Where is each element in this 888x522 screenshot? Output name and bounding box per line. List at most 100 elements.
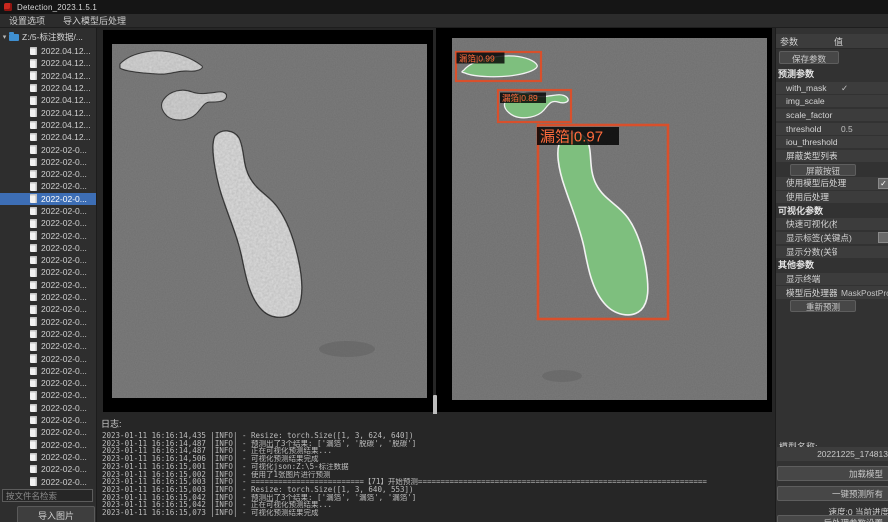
viewer-area: 漏箔|0.99 漏箔|0.89 漏箔|0.97 日志: 2023-01-11 1… — [97, 28, 775, 522]
tree-item-label: 2022-02-0... — [41, 354, 87, 364]
model-name-value[interactable]: 20221225_174813 — [777, 447, 888, 461]
menu-import-model-postprocess[interactable]: 导入模型后处理 — [54, 14, 135, 27]
predict-all-button[interactable]: 一键预测所有 — [777, 486, 888, 501]
tree-item[interactable]: 2022.04.12... — [0, 94, 97, 106]
param-value[interactable]: 0.5 — [837, 124, 888, 134]
param-row[interactable]: threshold0.5 — [776, 123, 888, 135]
param-row[interactable]: scale_factor — [776, 109, 888, 121]
tree-item[interactable]: 2022-02-0... — [0, 303, 97, 315]
tree-item[interactable]: 2022.04.12... — [0, 70, 97, 82]
menu-settings-options[interactable]: 设置选项 — [0, 14, 54, 27]
tree-item[interactable]: 2022.04.12... — [0, 106, 97, 118]
param-action-button[interactable]: 重新预测 — [790, 300, 856, 312]
tree-item[interactable]: 2022-02-0... — [0, 402, 97, 414]
file-icon — [30, 317, 37, 326]
file-icon — [30, 293, 37, 302]
tree-item[interactable]: 2022-02-0... — [0, 414, 97, 426]
tree-item[interactable]: 2022-02-0... — [0, 143, 97, 155]
tree-item[interactable]: 2022-02-0... — [0, 365, 97, 377]
tree-item[interactable]: 2022-02-0... — [0, 229, 97, 241]
tree-item-label: 2022-02-0... — [41, 317, 87, 327]
file-icon — [30, 244, 37, 253]
tree-item[interactable]: 2022-02-0... — [0, 156, 97, 168]
param-label: threshold — [786, 124, 837, 134]
tree-item[interactable]: 2022-02-0... — [0, 266, 97, 278]
checkbox-checked-icon[interactable]: ✓ — [878, 178, 888, 189]
tree-item[interactable]: 2022-02-0... — [0, 475, 97, 487]
param-section-title: 其他参数 — [776, 259, 888, 273]
log-line: 2023-01-11 16:16:15,073 |INFO| - 可视化预测结果… — [102, 509, 775, 517]
tree-item[interactable]: 2022.04.12... — [0, 119, 97, 131]
tree-item[interactable]: 2022-02-0... — [0, 254, 97, 266]
tree-item[interactable]: 2022-02-0... — [0, 242, 97, 254]
tree-item[interactable]: 2022-02-0... — [0, 291, 97, 303]
log-lines[interactable]: 2023-01-11 16:16:14,435 |INFO| - Resize:… — [97, 432, 775, 517]
filename-search-input[interactable] — [2, 489, 93, 502]
param-row[interactable]: iou_threshold — [776, 136, 888, 148]
param-row[interactable]: 显示分数(关键点) — [776, 246, 888, 258]
chevron-down-icon[interactable]: ▾ — [0, 33, 9, 41]
tree-item-label: 2022.04.12... — [41, 95, 91, 105]
tree-item[interactable]: 2022-02-0... — [0, 439, 97, 451]
tree-item[interactable]: 2022-02-0... — [0, 279, 97, 291]
tree-item[interactable]: 2022-02-0... — [0, 217, 97, 229]
tree-item[interactable]: 2022-02-0... — [0, 463, 97, 475]
import-images-button[interactable]: 导入图片 — [17, 506, 95, 522]
tree-item[interactable]: 2022-02-0... — [0, 340, 97, 352]
tree-item[interactable]: 2022-02-0... — [0, 205, 97, 217]
tree-item[interactable]: 2022-02-0... — [0, 377, 97, 389]
tree-item[interactable]: 2022-02-0... — [0, 389, 97, 401]
tree-item[interactable]: 2022-02-0... — [0, 168, 97, 180]
log-line: 2023-01-11 16:16:14,435 |INFO| - Resize:… — [102, 432, 775, 440]
image-panel-prediction[interactable]: 漏箔|0.99 漏箔|0.89 漏箔|0.97 — [436, 28, 772, 412]
param-row[interactable]: 模型后处理器MaskPostPro — [776, 286, 888, 298]
param-row[interactable]: 使用后处理 — [776, 191, 888, 203]
file-icon — [30, 342, 37, 351]
tree-item-label: 2022-02-0... — [41, 280, 87, 290]
file-icon — [30, 145, 37, 154]
image-panel-original[interactable] — [103, 30, 433, 412]
tree-item[interactable]: 2022-02-0... — [0, 451, 97, 463]
tree-item-label: 2022-02-0... — [41, 403, 87, 413]
file-icon — [30, 47, 37, 56]
param-row[interactable]: 屏蔽类型列表 — [776, 150, 888, 162]
param-row[interactable]: img_scale — [776, 95, 888, 107]
file-icon — [30, 379, 37, 388]
param-row[interactable]: 快速可视化(检测) — [776, 218, 888, 230]
checkbox-unchecked-icon[interactable] — [878, 232, 888, 243]
menubar: 设置选项 导入模型后处理 — [0, 14, 888, 28]
tree-item-label: 2022-02-0... — [41, 194, 87, 204]
tree-item[interactable]: 2022.04.12... — [0, 131, 97, 143]
tree-item[interactable]: 2022.04.12... — [0, 57, 97, 69]
tree-item[interactable]: 2022-02-0... — [0, 328, 97, 340]
param-row[interactable]: 显示终端 — [776, 273, 888, 285]
app-window: Detection_2023.1.5.1 设置选项 导入模型后处理 ▾ Z:/5… — [0, 0, 888, 522]
tree-item[interactable]: 2022.04.12... — [0, 82, 97, 94]
tree-item[interactable]: 2022-02-0... — [0, 193, 97, 205]
param-value[interactable]: MaskPostPro — [837, 288, 888, 298]
tree-item[interactable]: 2022-02-0... — [0, 426, 97, 438]
tree-item-list: 2022.04.12...2022.04.12...2022.04.12...2… — [0, 45, 97, 488]
params-panel: 参数 值 保存参数 预测参数with_mask✓img_scale scale_f… — [775, 28, 888, 522]
param-row[interactable]: with_mask✓ — [776, 82, 888, 94]
load-model-button[interactable]: 加载模型 — [777, 466, 888, 481]
app-logo-icon — [4, 3, 12, 11]
tree-item[interactable]: 2022-02-0... — [0, 180, 97, 192]
tree-item-label: 2022-02-0... — [41, 329, 87, 339]
tree-item[interactable]: 2022.04.12... — [0, 45, 97, 57]
file-icon — [30, 268, 37, 277]
param-section-title: 预测参数 — [776, 68, 888, 82]
postprocess-settings-button[interactable]: 后处理参数设置 — [777, 515, 888, 522]
save-params-button[interactable]: 保存参数 — [779, 51, 839, 64]
tree-item-label: 2022-02-0... — [41, 255, 87, 265]
log-line: 2023-01-11 16:16:15,001 |INFO| - 可视化json… — [102, 463, 775, 471]
param-value[interactable]: ✓ — [837, 83, 888, 93]
tree-root-node[interactable]: ▾ Z:/5-标注数据/... — [0, 31, 96, 43]
param-action-button[interactable]: 屏蔽按钮 — [790, 164, 856, 176]
tree-item[interactable]: 2022-02-0... — [0, 352, 97, 364]
param-row[interactable]: 显示标签(关键点) — [776, 232, 888, 244]
param-row[interactable]: 使用模型后处理✓ — [776, 177, 888, 189]
params-table-header: 参数 值 — [776, 34, 888, 49]
file-icon — [30, 121, 37, 130]
tree-item[interactable]: 2022-02-0... — [0, 316, 97, 328]
